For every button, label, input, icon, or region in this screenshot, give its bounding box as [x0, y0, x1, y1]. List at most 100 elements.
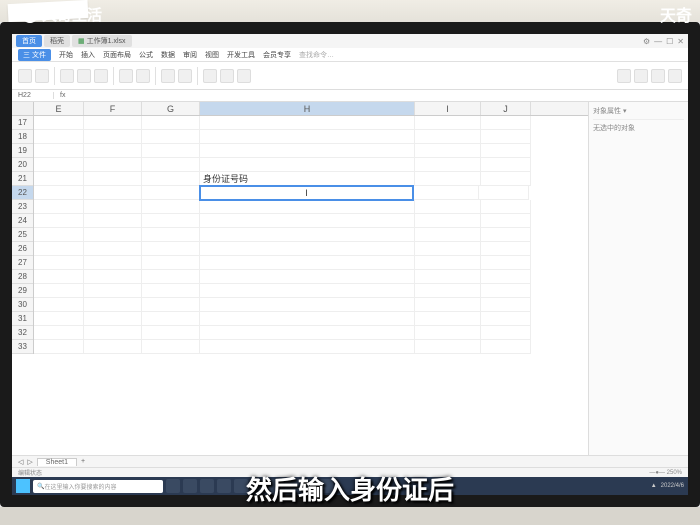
- cell-G26[interactable]: [142, 242, 200, 256]
- ribbon-tool1-button[interactable]: [617, 69, 631, 83]
- cell-J18[interactable]: [481, 130, 531, 144]
- cell-G23[interactable]: [142, 200, 200, 214]
- ribbon-number-button[interactable]: [178, 69, 192, 83]
- taskbar-app3[interactable]: [200, 479, 214, 493]
- taskbar-app2[interactable]: [183, 479, 197, 493]
- cell-F25[interactable]: [84, 228, 142, 242]
- row-header-31[interactable]: 31: [12, 312, 33, 326]
- tray-date[interactable]: 2022/4/6: [661, 483, 684, 489]
- cell-E20[interactable]: [34, 158, 84, 172]
- cell-G20[interactable]: [142, 158, 200, 172]
- cell-H28[interactable]: [200, 270, 415, 284]
- row-header-30[interactable]: 30: [12, 298, 33, 312]
- ribbon-align-button[interactable]: [119, 69, 133, 83]
- cell-J21[interactable]: [481, 172, 531, 186]
- row-header-21[interactable]: 21: [12, 172, 33, 186]
- cell-E21[interactable]: [34, 172, 84, 186]
- cell-F28[interactable]: [84, 270, 142, 284]
- tab-docer[interactable]: 稻壳: [44, 35, 70, 47]
- cell-I19[interactable]: [415, 144, 481, 158]
- zoom-level[interactable]: 250%: [667, 470, 682, 476]
- tray-icon[interactable]: ▲: [651, 483, 657, 489]
- cell-J28[interactable]: [481, 270, 531, 284]
- cell-H33[interactable]: [200, 340, 415, 354]
- column-header-H[interactable]: H: [200, 102, 415, 115]
- cell-I27[interactable]: [415, 256, 481, 270]
- cell-J24[interactable]: [481, 214, 531, 228]
- row-header-20[interactable]: 20: [12, 158, 33, 172]
- window-maximize-icon[interactable]: ☐: [666, 37, 673, 46]
- cell-J33[interactable]: [481, 340, 531, 354]
- cell-G32[interactable]: [142, 326, 200, 340]
- cell-I25[interactable]: [415, 228, 481, 242]
- cell-F26[interactable]: [84, 242, 142, 256]
- cell-J29[interactable]: [481, 284, 531, 298]
- column-header-G[interactable]: G: [142, 102, 200, 115]
- cell-E30[interactable]: [34, 298, 84, 312]
- cell-H27[interactable]: [200, 256, 415, 270]
- ribbon-format-button[interactable]: [161, 69, 175, 83]
- ribbon-font-button[interactable]: [60, 69, 74, 83]
- cell-G25[interactable]: [142, 228, 200, 242]
- ribbon-filter-button[interactable]: [237, 69, 251, 83]
- cell-F29[interactable]: [84, 284, 142, 298]
- taskbar-search[interactable]: 🔍 在这里输入你要搜索的内容: [33, 480, 163, 493]
- cell-J23[interactable]: [481, 200, 531, 214]
- menu-insert[interactable]: 插入: [81, 50, 95, 60]
- ribbon-sort-button[interactable]: [220, 69, 234, 83]
- cell-F22[interactable]: [84, 186, 142, 200]
- cell-I18[interactable]: [415, 130, 481, 144]
- window-close-icon[interactable]: ✕: [677, 37, 684, 46]
- cell-I28[interactable]: [415, 270, 481, 284]
- cell-F31[interactable]: [84, 312, 142, 326]
- cell-I32[interactable]: [415, 326, 481, 340]
- cell-F32[interactable]: [84, 326, 142, 340]
- cell-J22[interactable]: [479, 186, 529, 200]
- row-header-27[interactable]: 27: [12, 256, 33, 270]
- cell-F20[interactable]: [84, 158, 142, 172]
- cell-F19[interactable]: [84, 144, 142, 158]
- cell-I17[interactable]: [415, 116, 481, 130]
- cell-G22[interactable]: [142, 186, 200, 200]
- cell-E23[interactable]: [34, 200, 84, 214]
- cell-H31[interactable]: [200, 312, 415, 326]
- row-header-29[interactable]: 29: [12, 284, 33, 298]
- cell-G19[interactable]: [142, 144, 200, 158]
- sheet-nav-icon[interactable]: ◁: [18, 458, 23, 466]
- row-header-18[interactable]: 18: [12, 130, 33, 144]
- cell-H17[interactable]: [200, 116, 415, 130]
- cell-H18[interactable]: [200, 130, 415, 144]
- cell-H24[interactable]: [200, 214, 415, 228]
- cell-F17[interactable]: [84, 116, 142, 130]
- cell-H30[interactable]: [200, 298, 415, 312]
- cell-E33[interactable]: [34, 340, 84, 354]
- row-header-19[interactable]: 19: [12, 144, 33, 158]
- sheet-add-button[interactable]: +: [81, 458, 85, 465]
- ribbon-bold-button[interactable]: [77, 69, 91, 83]
- cell-J27[interactable]: [481, 256, 531, 270]
- side-panel-title[interactable]: 对象属性 ▾: [593, 106, 684, 120]
- row-header-17[interactable]: 17: [12, 116, 33, 130]
- select-all-corner[interactable]: [12, 102, 34, 116]
- ribbon-cut-button[interactable]: [35, 69, 49, 83]
- cell-G29[interactable]: [142, 284, 200, 298]
- taskbar-app4[interactable]: [217, 479, 231, 493]
- cell-H19[interactable]: [200, 144, 415, 158]
- ribbon-tool3-button[interactable]: [651, 69, 665, 83]
- cell-F23[interactable]: [84, 200, 142, 214]
- column-header-I[interactable]: I: [415, 102, 481, 115]
- cell-E24[interactable]: [34, 214, 84, 228]
- cell-F21[interactable]: [84, 172, 142, 186]
- cell-I21[interactable]: [415, 172, 481, 186]
- ribbon-sum-button[interactable]: [203, 69, 217, 83]
- cell-E26[interactable]: [34, 242, 84, 256]
- cell-J32[interactable]: [481, 326, 531, 340]
- menu-review[interactable]: 审阅: [183, 50, 197, 60]
- menu-file[interactable]: 三 文件: [18, 49, 51, 61]
- menu-formula[interactable]: 公式: [139, 50, 153, 60]
- cell-E27[interactable]: [34, 256, 84, 270]
- cell-G17[interactable]: [142, 116, 200, 130]
- cell-H29[interactable]: [200, 284, 415, 298]
- cell-H22[interactable]: I: [199, 185, 414, 201]
- cell-I22[interactable]: [413, 186, 479, 200]
